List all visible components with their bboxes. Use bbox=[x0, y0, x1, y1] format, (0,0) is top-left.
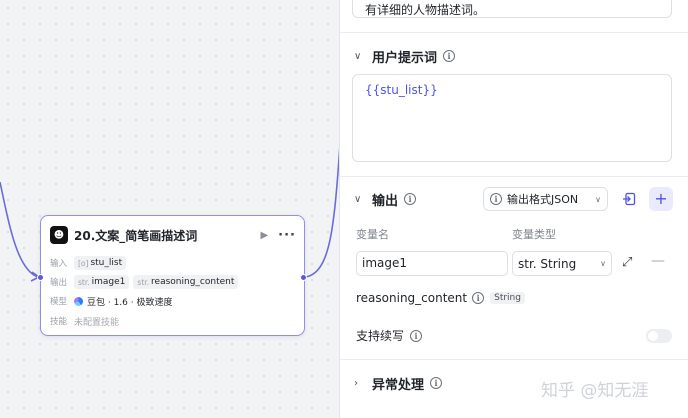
node-output-row: 输出 str. image1 str. reasoning_content bbox=[50, 274, 242, 290]
chevron-down-icon[interactable]: ∨ bbox=[354, 51, 372, 62]
connector-lines bbox=[0, 144, 340, 282]
stream-continue-label: 支持续写 bbox=[356, 329, 405, 343]
workflow-node-card[interactable]: ☻ 20.文案_简笔画描述词 ▶ ··· 输入 [o] stu_list 输出 … bbox=[37, 215, 307, 336]
output-title: 输出 bbox=[372, 193, 399, 209]
import-icon bbox=[623, 192, 636, 206]
string-type-icon: str. bbox=[78, 277, 90, 287]
info-icon[interactable]: i bbox=[430, 377, 443, 389]
chevron-down-icon[interactable]: ∨ bbox=[354, 194, 372, 205]
node-model-row: 模型 豆包 · 1.6 · 极致速度 bbox=[50, 293, 172, 309]
info-icon: i bbox=[490, 193, 502, 205]
input-port[interactable] bbox=[37, 274, 44, 281]
watermark: 知乎 @知无涯 bbox=[541, 381, 649, 401]
reasoning-type-tag: String bbox=[490, 292, 525, 304]
import-button[interactable] bbox=[617, 187, 641, 211]
reasoning-output-row: reasoning_content i String bbox=[356, 291, 525, 305]
info-icon[interactable]: i bbox=[443, 50, 456, 62]
array-type-icon: [o] bbox=[78, 258, 89, 268]
node-skill-row: 技能 未配置技能 bbox=[50, 313, 119, 329]
user-prompt-title: 用户提示词 bbox=[372, 50, 438, 66]
user-prompt-input[interactable]: {{stu_list}} bbox=[352, 74, 672, 162]
output-format-dropdown[interactable]: i 输出格式JSON ∨ bbox=[483, 187, 608, 211]
system-prompt-field[interactable]: 有详细的人物描述词。 bbox=[352, 0, 672, 18]
variable-name-column-label: 变量名 bbox=[356, 228, 389, 241]
output-variable-chip: str. reasoning_content bbox=[133, 275, 239, 289]
expand-icon[interactable]: ⤢ bbox=[622, 255, 632, 270]
model-label: 模型 bbox=[50, 297, 68, 307]
chevron-down-icon: ∨ bbox=[595, 194, 601, 204]
chevron-down-icon: ∨ bbox=[600, 259, 606, 268]
node-header: ☻ 20.文案_简笔画描述词 ▶ ··· bbox=[50, 225, 296, 245]
variable-type-column-label: 变量类型 bbox=[512, 228, 556, 241]
remove-variable-icon[interactable]: — bbox=[651, 253, 665, 269]
more-options-icon[interactable]: ··· bbox=[278, 228, 296, 243]
section-divider bbox=[340, 359, 688, 360]
plus-icon: + bbox=[654, 189, 668, 208]
input-label: 输入 bbox=[50, 259, 68, 269]
stream-continue-row: 支持续写 i bbox=[356, 327, 423, 344]
section-divider bbox=[340, 32, 688, 33]
node-config-panel: 有详细的人物描述词。 ∨ 用户提示词 i {{stu_list}} ∨ 输出 i… bbox=[339, 0, 688, 418]
run-icon[interactable]: ▶ bbox=[260, 230, 268, 241]
stream-continue-toggle[interactable] bbox=[646, 329, 672, 343]
info-icon[interactable]: i bbox=[404, 193, 417, 205]
node-title: 20.文案_简笔画描述词 bbox=[74, 228, 198, 243]
info-icon[interactable]: i bbox=[410, 329, 423, 342]
section-divider bbox=[340, 176, 688, 177]
chevron-right-icon[interactable]: › bbox=[354, 378, 372, 389]
output-variable-name: image1 bbox=[91, 277, 126, 287]
output-format-label: 输出格式JSON bbox=[507, 193, 579, 206]
add-output-button[interactable]: + bbox=[649, 187, 673, 211]
output-variable-name: reasoning_content bbox=[151, 277, 235, 287]
incoming-connector bbox=[0, 181, 39, 278]
variable-name-input[interactable]: image1 bbox=[356, 251, 508, 276]
variable-type-value: str. String bbox=[518, 256, 577, 271]
node-input-row: 输入 [o] stu_list bbox=[50, 255, 130, 271]
robot-icon: ☻ bbox=[50, 226, 68, 244]
reasoning-variable-name: reasoning_content bbox=[356, 291, 468, 305]
output-section-header[interactable]: ∨ 输出 i bbox=[354, 189, 417, 209]
string-type-icon: str. bbox=[137, 277, 150, 287]
skill-value: 未配置技能 bbox=[74, 317, 120, 328]
exception-title: 异常处理 bbox=[372, 377, 425, 393]
outgoing-connector bbox=[305, 144, 340, 278]
input-variable-chip: [o] stu_list bbox=[74, 256, 127, 270]
exception-section-header[interactable]: › 异常处理 i bbox=[354, 373, 443, 393]
output-port[interactable] bbox=[300, 274, 307, 281]
user-prompt-section-header[interactable]: ∨ 用户提示词 i bbox=[354, 46, 456, 66]
output-label: 输出 bbox=[50, 278, 68, 288]
doubao-model-icon bbox=[74, 296, 83, 306]
info-icon[interactable]: i bbox=[472, 292, 485, 304]
model-value: 豆包 · 1.6 · 极致速度 bbox=[87, 297, 173, 308]
skill-label: 技能 bbox=[50, 317, 68, 327]
input-variable-name: stu_list bbox=[90, 258, 123, 268]
variable-type-select[interactable]: str. String ∨ bbox=[512, 251, 612, 276]
output-variable-chip: str. image1 bbox=[74, 275, 130, 289]
